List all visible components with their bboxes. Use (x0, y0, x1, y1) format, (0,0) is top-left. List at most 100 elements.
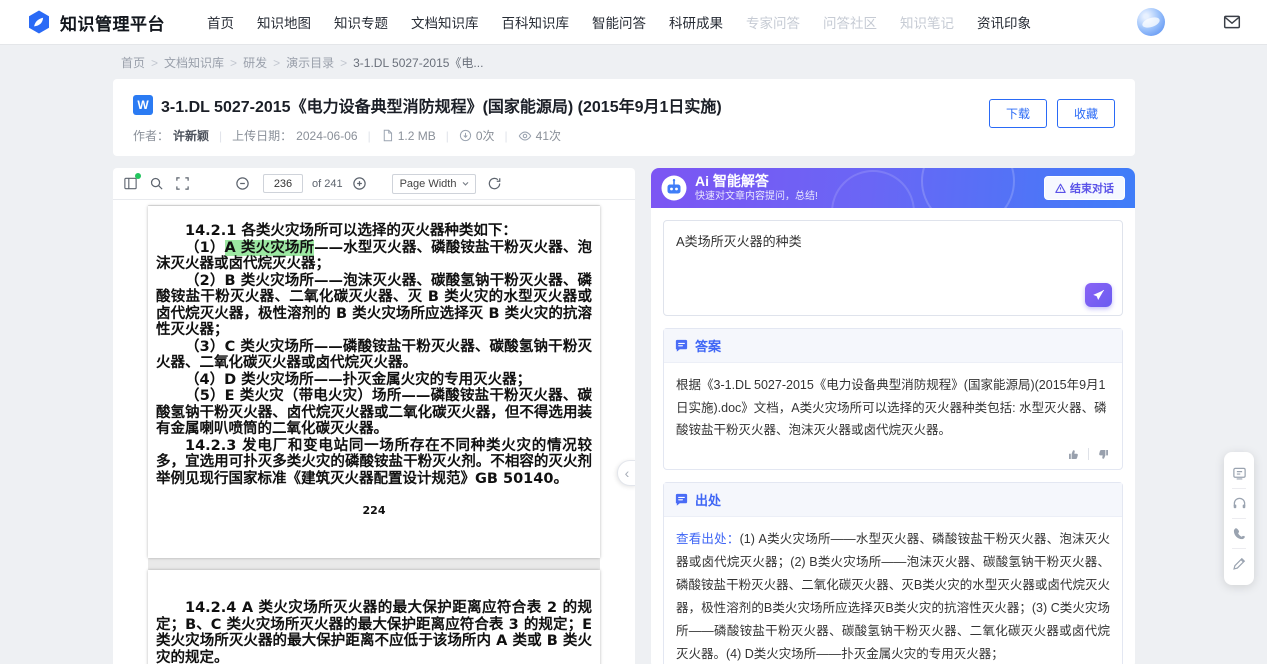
search-icon[interactable] (149, 176, 164, 191)
breadcrumb-current: 3-1.DL 5027-2015《电... (353, 54, 483, 71)
send-button[interactable] (1085, 283, 1112, 307)
doc-paragraph: 14.2.4 A 类火灾场所灭火器的最大保护距离应符合表 2 的规定；B、C 类… (156, 600, 592, 664)
thumbs-up-button[interactable] (1067, 448, 1080, 461)
pdf-viewer-panel: of 241 Page Width (113, 168, 635, 664)
ai-answer-panel: Ai 智能解答 快速对文章内容提问，总结! 结束对话 A类场所灭火器的种类 (651, 168, 1135, 664)
author-label: 作者： (133, 127, 169, 144)
document-meta: 作者： 许新颖 | 上传日期： 2024-06-06 | 1.2 MB | (133, 127, 1115, 144)
doc-paragraph: 14.2.3 发电厂和变电站同一场所存在不同种类火灾的情况较多，宜选用可扑灭多类… (156, 438, 592, 488)
nav-item-home[interactable]: 首页 (207, 12, 234, 32)
question-text: A类场所灭火器的种类 (676, 234, 802, 249)
meta-divider: | (219, 129, 222, 143)
nav-item-qa-community: 问答社区 (823, 12, 877, 32)
doc-paragraph: （4）D 类火灾场所——扑灭金属火灾的专用灭火器； (156, 372, 592, 389)
headset-icon[interactable] (1232, 489, 1247, 518)
top-navbar: 知识管理平台 首页 知识地图 知识专题 文档知识库 百科知识库 智能问答 科研成… (0, 0, 1267, 44)
pdf-page-1: 14.2.1 各类火灾场所可以选择的灭火器种类如下： （1）A 类火灾场所——水… (148, 206, 600, 558)
views-icon (518, 129, 532, 143)
file-icon (381, 129, 394, 142)
nav-item-smart-qa[interactable]: 智能问答 (592, 12, 646, 32)
source-text-1: (1) A类火灾场所——水型灭火器、磷酸铵盐干粉灭火器、泡沫灭火器或卤代烷灭火器… (676, 532, 1110, 662)
upload-date: 2024-06-06 (296, 129, 357, 143)
question-input[interactable]: A类场所灭火器的种类 (663, 220, 1123, 316)
file-size: 1.2 MB (398, 129, 436, 143)
document-actions: 下载 收藏 (989, 99, 1115, 128)
feedback-icon[interactable] (1232, 459, 1247, 488)
answer-text: 根据《3-1.DL 5027-2015《电力设备典型消防规程》(国家能源局)(2… (664, 363, 1122, 446)
author-name: 许新颖 (173, 127, 209, 144)
mail-icon[interactable] (1223, 13, 1241, 31)
page-width-select[interactable]: Page Width (392, 174, 477, 194)
doc-paragraph: （2）B 类火灾场所——泡沫灭火器、碳酸氢钠干粉灭火器、磷酸铵盐干粉灭火器、二氧… (156, 273, 592, 339)
breadcrumb-separator: > (340, 56, 347, 70)
source-label: 出处 (695, 490, 721, 509)
breadcrumb-item-home[interactable]: 首页 (121, 54, 145, 71)
zoom-mode-value: Page Width (400, 178, 457, 190)
source-icon (674, 492, 689, 507)
main-nav: 首页 知识地图 知识专题 文档知识库 百科知识库 智能问答 科研成果 专家问答 … (207, 12, 1031, 32)
nav-item-knowledge-map[interactable]: 知识地图 (257, 12, 311, 32)
nav-item-knowledge-topic[interactable]: 知识专题 (334, 12, 388, 32)
fullscreen-icon[interactable] (175, 176, 190, 191)
send-icon (1092, 289, 1105, 302)
rotate-icon[interactable] (487, 176, 502, 191)
favorite-button[interactable]: 收藏 (1057, 99, 1115, 128)
breadcrumb-separator: > (273, 56, 280, 70)
doc-paragraph: 14.2.1 各类火灾场所可以选择的灭火器种类如下： (156, 223, 592, 240)
app-logo[interactable]: 知识管理平台 (26, 9, 165, 35)
breadcrumb-item-demo-dir[interactable]: 演示目录 (286, 54, 334, 71)
source-card: 出处 查看出处：(1) A类火灾场所——水型灭火器、磷酸铵盐干粉灭火器、泡沫灭火… (663, 482, 1123, 664)
meta-divider: | (505, 129, 508, 143)
navbar-right (1137, 8, 1241, 36)
search-highlight: A 类火灾场所 (225, 240, 315, 256)
breadcrumb-separator: > (230, 56, 237, 70)
robot-icon (661, 175, 687, 201)
thumbs-down-button[interactable] (1097, 448, 1110, 461)
end-chat-label: 结束对话 (1070, 180, 1114, 196)
phone-icon[interactable] (1232, 519, 1247, 548)
document-title: 3-1.DL 5027-2015《电力设备典型消防规程》(国家能源局) (201… (161, 93, 722, 117)
download-count-icon (459, 129, 472, 142)
breadcrumb-separator: > (151, 56, 158, 70)
end-chat-button[interactable]: 结束对话 (1044, 176, 1125, 200)
nav-item-research-results[interactable]: 科研成果 (669, 12, 723, 32)
doc-paragraph: （3）C 类火灾场所——磷酸铵盐干粉灭火器、碳酸氢钠干粉灭火器、二氧化碳灭火器或… (156, 339, 592, 372)
meta-divider: | (368, 129, 371, 143)
answer-label: 答案 (695, 336, 721, 355)
ai-panel-header: Ai 智能解答 快速对文章内容提问，总结! 结束对话 (651, 168, 1135, 208)
meta-divider: | (446, 129, 449, 143)
nav-item-doc-library[interactable]: 文档知识库 (411, 12, 479, 32)
nav-item-knowledge-notes: 知识笔记 (900, 12, 954, 32)
nav-item-expert-qa: 专家问答 (746, 12, 800, 32)
word-doc-icon: W (133, 95, 153, 115)
zoom-in-icon[interactable] (352, 176, 367, 191)
thumbnail-panel-icon[interactable] (123, 176, 138, 191)
breadcrumb-item-doc-library[interactable]: 文档知识库 (164, 54, 224, 71)
pdf-toolbar: of 241 Page Width (113, 168, 635, 200)
page-count-label: of 241 (312, 178, 343, 190)
breadcrumb: 首页 > 文档知识库 > 研发 > 演示目录 > 3-1.DL 5027-201… (113, 44, 1135, 79)
view-count: 41次 (536, 127, 561, 144)
edit-icon[interactable] (1232, 549, 1247, 578)
notification-dot (135, 173, 141, 179)
chevron-down-icon (461, 179, 470, 188)
pdf-scroll-area[interactable]: 14.2.1 各类火灾场所可以选择的灭火器种类如下： （1）A 类火灾场所——水… (113, 200, 635, 664)
nav-item-news[interactable]: 资讯印象 (977, 12, 1031, 32)
ai-panel-title: Ai 智能解答 (695, 173, 818, 190)
ai-panel-subtitle: 快速对文章内容提问，总结! (695, 191, 818, 203)
app-title: 知识管理平台 (60, 10, 165, 35)
user-avatar[interactable] (1137, 8, 1165, 36)
download-button[interactable]: 下载 (989, 99, 1047, 128)
zoom-out-icon[interactable] (235, 176, 250, 191)
doc-paragraph: （5）E 类火灾（带电火灾）场所——磷酸铵盐干粉灭火器、碳酸氢钠干粉灭火器、卤代… (156, 388, 592, 438)
nav-item-encyclopedia[interactable]: 百科知识库 (502, 12, 570, 32)
upload-date-label: 上传日期： (232, 127, 292, 144)
view-source-link[interactable]: 查看出处： (676, 532, 740, 546)
page-number-input[interactable] (263, 174, 303, 193)
logo-icon (26, 9, 52, 35)
source-paragraph: 查看出处：(1) A类火灾场所——水型灭火器、磷酸铵盐干粉灭火器、泡沫灭火器或卤… (676, 528, 1110, 664)
breadcrumb-item-rd[interactable]: 研发 (243, 54, 267, 71)
footer-divider (1088, 448, 1089, 460)
doc-paragraph: （1）A 类火灾场所——水型灭火器、磷酸铵盐干粉灭火器、泡沫灭火器或卤代烷灭火器… (156, 240, 592, 273)
alert-icon (1055, 183, 1066, 194)
